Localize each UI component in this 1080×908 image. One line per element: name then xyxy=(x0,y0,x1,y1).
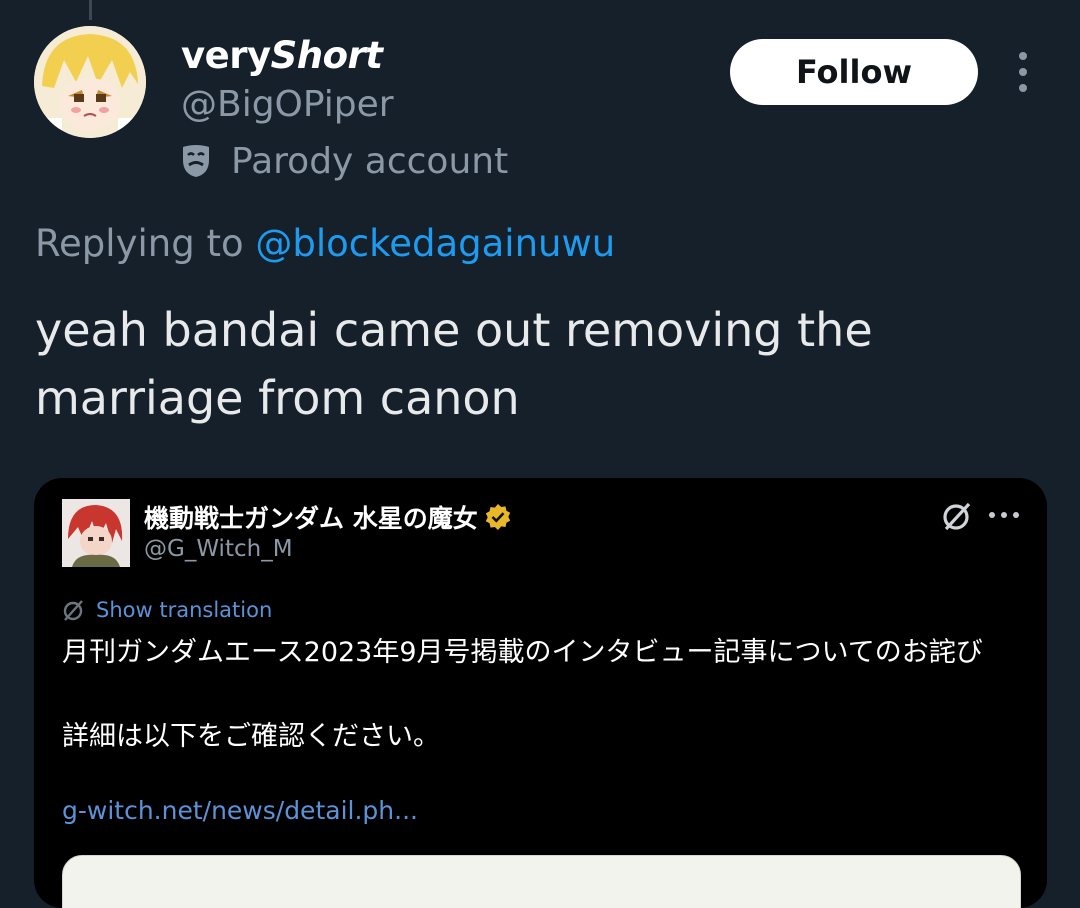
translate-icon xyxy=(63,600,83,621)
more-options-icon[interactable] xyxy=(1010,52,1036,92)
parody-label: Parody account xyxy=(181,139,508,183)
show-translation-label: Show translation xyxy=(96,598,273,622)
quoted-tweet-text: 月刊ガンダムエース2023年9月号掲載のインタビュー記事についてのお詫び 詳細は… xyxy=(62,632,1022,758)
quoted-more-options-icon[interactable] xyxy=(989,512,1019,520)
parody-mask-icon xyxy=(181,144,211,178)
replying-prefix: Replying to xyxy=(35,222,244,265)
grok-icon[interactable] xyxy=(940,499,974,533)
quoted-tweet-link[interactable]: g-witch.net/news/detail.ph... xyxy=(62,796,418,825)
show-translation-link[interactable]: Show translation xyxy=(62,598,272,622)
author-handle[interactable]: @BigOPiper xyxy=(181,84,394,125)
quoted-text-line-2: 詳細は以下をご確認ください。 xyxy=(62,721,440,752)
quoted-author-avatar[interactable] xyxy=(62,499,130,567)
thread-connector-line xyxy=(89,0,92,20)
display-name-plain: very xyxy=(181,34,271,77)
quoted-display-name: 機動戦士ガンダム 水星の魔女 xyxy=(144,504,478,533)
author-display-name[interactable]: veryShort xyxy=(181,34,383,77)
quoted-author-name[interactable]: 機動戦士ガンダム 水星の魔女 xyxy=(144,499,512,535)
follow-button[interactable]: Follow xyxy=(730,39,978,105)
replying-to-line: Replying to @blockedagainuwu xyxy=(35,222,615,265)
author-avatar[interactable] xyxy=(34,26,146,138)
replying-mention-link[interactable]: @blockedagainuwu xyxy=(255,222,615,265)
link-card-preview[interactable] xyxy=(62,855,1021,908)
tweet-text: yeah bandai came out removing the marria… xyxy=(35,303,873,425)
quoted-text-line-1: 月刊ガンダムエース2023年9月号掲載のインタビュー記事についてのお詫び xyxy=(62,637,983,668)
gold-verified-badge-icon xyxy=(484,503,512,531)
quoted-author-handle[interactable]: @G_Witch_M xyxy=(144,536,293,562)
parody-label-text: Parody account xyxy=(231,140,509,182)
display-name-styled: Short xyxy=(270,34,383,77)
quoted-tweet-card[interactable]: 機動戦士ガンダム 水星の魔女 @G_Witch_M Show translati… xyxy=(34,478,1047,908)
